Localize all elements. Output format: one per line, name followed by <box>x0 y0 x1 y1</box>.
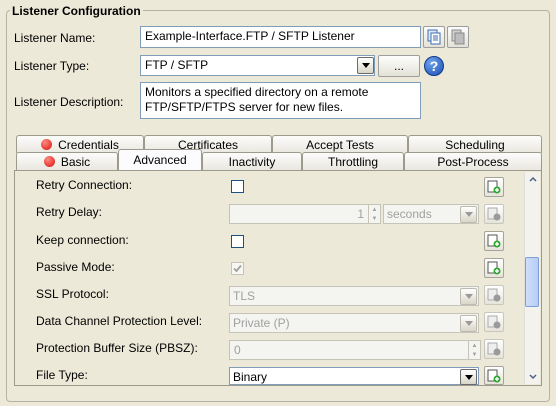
keep-connection-variable-button[interactable] <box>484 231 504 251</box>
pbsz-spinner[interactable]: 0 ▲ ▼ <box>229 340 481 360</box>
tab-basic-label: Basic <box>60 154 91 169</box>
tab-scheduling-label: Scheduling <box>445 137 505 152</box>
retry-delay-unit-value: seconds <box>387 207 432 221</box>
help-icon-glyph: ? <box>429 58 439 74</box>
listener-description-label: Listener Description: <box>14 95 124 109</box>
scroll-down-arrow[interactable] <box>525 370 540 384</box>
data-channel-protection-value: Private (P) <box>233 316 290 330</box>
retry-delay-label: Retry Delay: <box>36 205 103 219</box>
file-type-value: Binary <box>233 370 268 384</box>
pbsz-spin-buttons[interactable]: ▲ ▼ <box>468 341 480 359</box>
passive-mode-variable-button[interactable] <box>484 258 504 278</box>
tab-post-process[interactable]: Post-Process <box>404 152 542 170</box>
retry-connection-variable-button[interactable] <box>484 177 504 197</box>
ssl-protocol-variable-button[interactable] <box>484 285 504 305</box>
tab-advanced[interactable]: Advanced <box>118 149 202 170</box>
pbsz-variable-button[interactable] <box>484 339 504 359</box>
pbsz-label: Protection Buffer Size (PBSZ): <box>36 341 198 355</box>
data-channel-protection-label: Data Channel Protection Level: <box>36 314 203 328</box>
tab-accept-tests-label: Accept Tests <box>306 137 374 152</box>
ssl-protocol-select[interactable]: TLS <box>229 286 479 306</box>
scrollbar-thumb[interactable] <box>525 257 539 307</box>
tab-advanced-label: Advanced <box>133 153 187 167</box>
passive-mode-label: Passive Mode: <box>36 260 115 274</box>
file-type-variable-button[interactable] <box>484 366 504 385</box>
data-channel-protection-select[interactable]: Private (P) <box>229 313 479 333</box>
browse-button-label: ... <box>393 59 404 73</box>
listener-type-browse-button[interactable]: ... <box>378 55 420 77</box>
tab-inactivity[interactable]: Inactivity <box>202 152 302 170</box>
description-line-2: FTP/SFTP/FTPS server for new files. <box>145 100 344 114</box>
listener-name-label: Listener Name: <box>14 31 96 45</box>
ssl-protocol-label: SSL Protocol: <box>36 287 109 301</box>
add-variable-icon <box>487 288 501 302</box>
copy-button[interactable] <box>423 26 445 48</box>
tab-throttling[interactable]: Throttling <box>302 152 404 170</box>
add-variable-icon <box>487 342 501 356</box>
copy-icon <box>427 29 441 45</box>
file-type-select[interactable]: Binary <box>229 367 479 385</box>
file-type-label: File Type: <box>36 368 88 382</box>
retry-delay-spin-buttons[interactable]: ▲ ▼ <box>368 205 380 223</box>
tab-inactivity-label: Inactivity <box>228 154 276 169</box>
file-type-dropdown[interactable] <box>460 369 477 385</box>
passive-mode-checkbox[interactable] <box>231 262 244 275</box>
tab-credentials-label: Credentials <box>58 137 119 152</box>
chevron-down-icon <box>464 374 473 380</box>
add-variable-icon <box>487 234 501 248</box>
data-channel-protection-dropdown[interactable] <box>460 315 477 332</box>
error-dot-icon <box>43 156 55 167</box>
scroll-up-arrow[interactable] <box>525 172 540 186</box>
listener-name-input[interactable]: Example-Interface.FTP / SFTP Listener <box>140 26 421 48</box>
data-channel-protection-variable-button[interactable] <box>484 312 504 332</box>
chevron-down-icon <box>361 63 370 68</box>
add-variable-icon <box>487 315 501 329</box>
keep-connection-label: Keep connection: <box>36 233 129 247</box>
listener-type-value: FTP / SFTP <box>145 58 209 72</box>
ssl-protocol-dropdown[interactable] <box>460 288 477 305</box>
listener-description-input[interactable]: Monitors a specified directory on a remo… <box>140 82 421 119</box>
help-icon[interactable]: ? <box>424 56 444 76</box>
retry-delay-value: 1 <box>357 207 364 221</box>
tab-post-process-label: Post-Process <box>437 154 509 169</box>
checkmark-icon <box>233 264 242 273</box>
retry-delay-variable-button[interactable] <box>484 204 504 224</box>
retry-connection-checkbox[interactable] <box>231 180 244 193</box>
error-dot-icon <box>41 139 53 150</box>
add-variable-icon <box>487 369 501 382</box>
retry-delay-spinner[interactable]: 1 ▲ ▼ <box>229 204 381 224</box>
pbsz-value: 0 <box>234 343 241 357</box>
keep-connection-checkbox[interactable] <box>231 235 244 248</box>
listener-type-select[interactable]: FTP / SFTP <box>140 55 375 76</box>
tab-throttling-label: Throttling <box>327 154 379 169</box>
retry-connection-label: Retry Connection: <box>36 178 133 192</box>
paste-button[interactable] <box>447 26 469 48</box>
description-line-1: Monitors a specified directory on a remo… <box>145 85 369 99</box>
section-title: Listener Configuration <box>10 4 143 18</box>
add-variable-icon <box>487 180 501 194</box>
listener-type-label: Listener Type: <box>14 59 90 73</box>
chevron-down-icon <box>528 374 537 380</box>
tab-accept-tests[interactable]: Accept Tests <box>272 135 408 153</box>
paste-icon <box>451 29 465 45</box>
add-variable-icon <box>487 207 501 221</box>
tab-scheduling[interactable]: Scheduling <box>408 135 542 153</box>
add-variable-icon <box>487 261 501 275</box>
chevron-down-icon <box>464 212 473 217</box>
chevron-down-icon <box>464 294 473 299</box>
retry-delay-unit-dropdown[interactable] <box>460 206 477 223</box>
listener-type-dropdown-button[interactable] <box>357 57 374 74</box>
tab-basic[interactable]: Basic <box>16 152 118 170</box>
ssl-protocol-value: TLS <box>233 289 256 303</box>
chevron-down-icon <box>464 321 473 326</box>
chevron-up-icon <box>528 176 537 182</box>
